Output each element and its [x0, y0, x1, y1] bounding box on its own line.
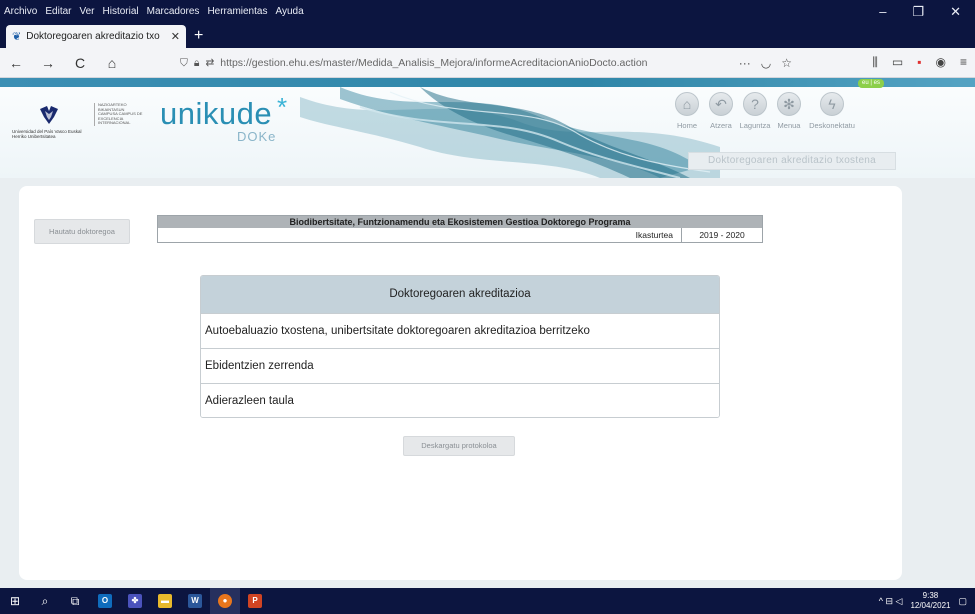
account-icon[interactable]: ◉	[936, 55, 946, 70]
upv-name: Universidad del País Vasco Euskal Herrik…	[12, 129, 82, 139]
academic-year-row: Ikasturtea 2019 - 2020	[158, 228, 762, 242]
brand-star: *	[277, 92, 288, 122]
accreditation-panel: Doktoregoaren akreditazioa Autoebaluazio…	[200, 275, 720, 418]
powerpoint-app[interactable]: P	[240, 588, 270, 614]
brand-name: unikude	[160, 96, 273, 131]
menu-archivo[interactable]: Archivo	[0, 6, 41, 17]
pdf-extension-icon[interactable]: ▪	[917, 55, 921, 70]
task-view-icon[interactable]: ⧉	[60, 588, 90, 614]
shield-icon[interactable]: ⛉	[180, 57, 188, 70]
url-bar[interactable]: ⛉ 🔒︎ ⇄ https://gestion.ehu.es/master/Med…	[180, 52, 792, 74]
reload-icon[interactable]: C	[70, 55, 90, 71]
powerpoint-icon: P	[248, 594, 262, 608]
url-text[interactable]: https://gestion.ehu.es/master/Medida_Ana…	[220, 57, 647, 69]
lightning-icon: ϟ	[820, 92, 844, 116]
back-icon[interactable]: ←	[6, 55, 26, 71]
language-switch[interactable]: eu | es	[858, 79, 884, 88]
home-icon[interactable]: ⌂	[102, 55, 122, 71]
menu-historial[interactable]: Historial	[99, 6, 143, 17]
firefox-icon: ●	[218, 594, 232, 608]
brand-sub: DOKe	[237, 129, 277, 144]
teams-icon: ✤	[128, 594, 142, 608]
notifications-icon[interactable]: ▢	[958, 596, 967, 607]
academic-year-value: 2019 - 2020	[699, 230, 745, 240]
bookmark-star-icon[interactable]: ☆	[781, 56, 792, 70]
firefox-app[interactable]: ●	[210, 588, 240, 614]
teams-app[interactable]: ✤	[120, 588, 150, 614]
restore-icon[interactable]: ❐	[912, 4, 924, 20]
tray-icons[interactable]: ^ ⊟ ◁	[879, 596, 903, 607]
logout-button[interactable]: ϟ Deskonektatu	[808, 92, 856, 130]
menu-herramientas[interactable]: Herramientas	[203, 6, 271, 17]
upv-favicon-icon: ❦	[12, 31, 22, 43]
accreditation-header: Doktoregoaren akreditazioa	[201, 276, 719, 313]
taskbar: ⊞ ⌕ ⧉ O ✤ ▬ W ● P ^ ⊟ ◁ 9:38 12/04/2021 …	[0, 588, 975, 614]
pocket-icon[interactable]: ◡	[761, 56, 771, 70]
tab-active[interactable]: ❦ Doktoregoaren akreditazio txo ✕	[6, 25, 186, 48]
academic-year-label: Ikasturtea	[636, 228, 682, 242]
sidebar-icon[interactable]: ▭	[892, 55, 903, 70]
home-label: Home	[676, 121, 697, 130]
page-title: Doktoregoaren akreditazio txostena	[688, 152, 896, 170]
campus-text: NAZIOARTEKO BIKAINTASUN CAMPUSA CAMPUS D…	[94, 102, 144, 126]
outlook-app[interactable]: O	[90, 588, 120, 614]
undo-arrow-icon: ↶	[709, 92, 733, 116]
permissions-icon[interactable]: ⇄	[205, 57, 214, 69]
menu-label: Menua	[777, 121, 801, 130]
explorer-app[interactable]: ▬	[150, 588, 180, 614]
main-content: Hautatu doktoregoa Biodibertsitate, Funt…	[19, 186, 902, 580]
tab-close-icon[interactable]: ✕	[171, 30, 180, 43]
page-actions-icon[interactable]: ···	[739, 56, 751, 70]
word-icon: W	[188, 594, 202, 608]
explorer-icon: ▬	[158, 594, 172, 608]
menu-bar: Archivo Editar Ver Historial Marcadores …	[0, 0, 975, 23]
lock-icon[interactable]: 🔒︎	[194, 57, 200, 70]
site-banner: eu | es Universidad del País Vasco Euska…	[0, 78, 975, 178]
search-icon[interactable]: ⌕	[30, 588, 60, 614]
download-protocol-button[interactable]: Deskargatu protokoloa	[403, 436, 515, 456]
home-button[interactable]: ⌂ Home	[672, 92, 702, 130]
menu-ayuda[interactable]: Ayuda	[271, 6, 307, 17]
nav-bar: ← → C ⌂ ⛉ 🔒︎ ⇄ https://gestion.ehu.es/ma…	[0, 48, 975, 78]
help-label: Laguntza	[739, 121, 771, 130]
unikude-logo: unikude * DOKe	[160, 92, 287, 144]
clock-date: 12/04/2021	[910, 601, 951, 610]
outlook-icon: O	[98, 594, 112, 608]
upv-emblem-icon	[40, 106, 58, 124]
logout-label: Deskonektatu	[809, 121, 855, 130]
tab-strip: ❦ Doktoregoaren akreditazio txo ✕ +	[0, 23, 975, 48]
back-label: Atzera	[710, 121, 732, 130]
menu-button[interactable]: ✻ Menua	[774, 92, 804, 130]
menu-ver[interactable]: Ver	[75, 6, 98, 17]
start-icon[interactable]: ⊞	[0, 588, 30, 614]
program-info: Biodibertsitate, Funtzionamendu eta Ekos…	[157, 215, 763, 243]
close-icon[interactable]: ✕	[950, 4, 961, 20]
word-app[interactable]: W	[180, 588, 210, 614]
minimize-icon[interactable]: –	[879, 4, 886, 20]
house-icon: ⌂	[675, 92, 699, 116]
toolbar-icons: ⌂ Home ↶ Atzera ? Laguntza ✻ Menua ϟ Des…	[672, 92, 856, 130]
smoke-decoration	[300, 87, 720, 178]
help-button[interactable]: ? Laguntza	[740, 92, 770, 130]
clock-time: 9:38	[922, 591, 939, 600]
banner-top-line	[0, 78, 975, 87]
new-tab-icon[interactable]: +	[194, 27, 203, 45]
upv-ehu-logo: Universidad del País Vasco Euskal Herrik…	[12, 101, 152, 147]
back-button[interactable]: ↶ Atzera	[706, 92, 736, 130]
menu-editar[interactable]: Editar	[41, 6, 75, 17]
tab-title: Doktoregoaren akreditazio txo	[26, 31, 160, 42]
system-tray: ^ ⊟ ◁ 9:38 12/04/2021 ▢	[879, 591, 975, 611]
select-doctorate-button[interactable]: Hautatu doktoregoa	[34, 219, 130, 244]
clock[interactable]: 9:38 12/04/2021	[910, 591, 950, 611]
question-icon: ?	[743, 92, 767, 116]
menu-marcadores[interactable]: Marcadores	[143, 6, 204, 17]
hamburger-menu-icon[interactable]: ≡	[960, 55, 967, 70]
program-title: Biodibertsitate, Funtzionamendu eta Ekos…	[158, 216, 762, 228]
library-icon[interactable]: ⫼	[872, 55, 878, 70]
indicators-table-link[interactable]: Adierazleen taula	[201, 383, 719, 417]
evidence-list-link[interactable]: Ebidentzien zerrenda	[201, 348, 719, 383]
forward-icon[interactable]: →	[38, 55, 58, 71]
snowflake-icon: ✻	[777, 92, 801, 116]
self-evaluation-report-link[interactable]: Autoebaluazio txostena, unibertsitate do…	[201, 313, 719, 348]
